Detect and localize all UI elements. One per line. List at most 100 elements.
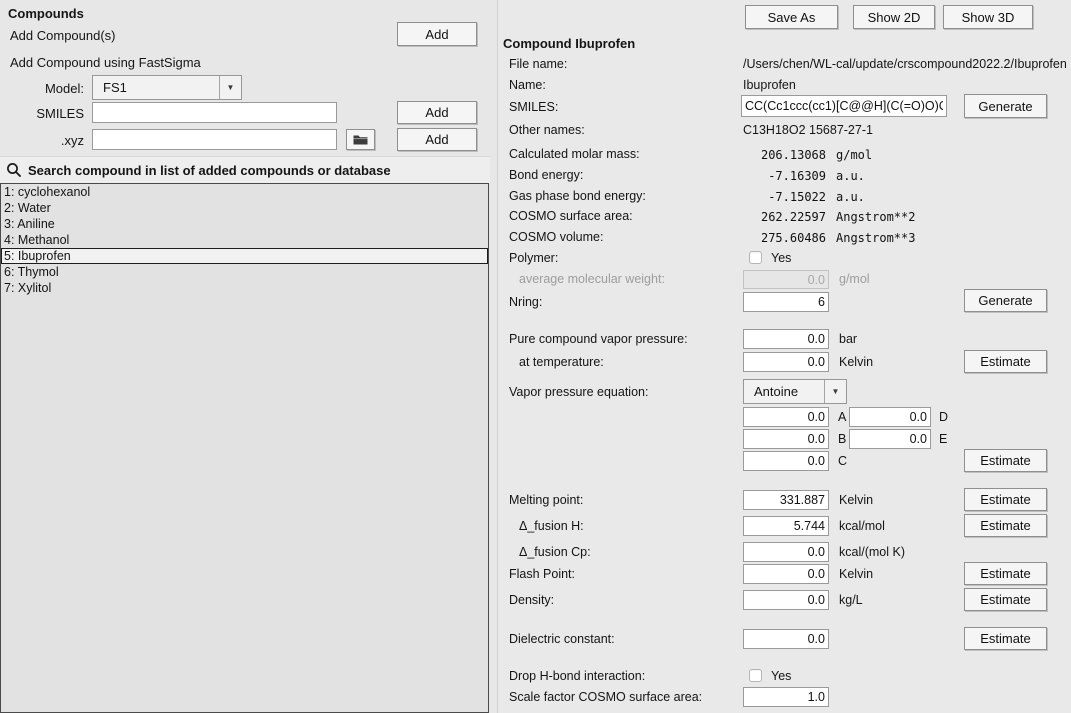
gas-bond-energy-unit: a.u. [836, 190, 865, 204]
antoine-a-field[interactable] [743, 407, 829, 427]
fusion-cp-field[interactable] [743, 542, 829, 562]
generate-nring-button[interactable]: Generate [964, 289, 1047, 312]
compound-detail-panel: Save As Show 2D Show 3D Compound Ibuprof… [497, 0, 1071, 713]
antoine-b-field[interactable] [743, 429, 829, 449]
compound-list-item[interactable]: 7: Xylitol [1, 280, 488, 296]
scale-factor-field[interactable] [743, 687, 829, 707]
add-smiles-button[interactable]: Add [397, 101, 477, 124]
compound-list-item-selected[interactable]: 5: Ibuprofen [1, 248, 488, 264]
smiles-field[interactable] [741, 95, 947, 117]
at-temperature-label: at temperature: [519, 355, 604, 369]
molar-mass-label: Calculated molar mass: [509, 147, 640, 161]
vp-equation-dropdown[interactable]: Antoine ▼ [743, 379, 847, 404]
generate-smiles-button[interactable]: Generate [964, 94, 1047, 118]
polymer-yes-checkbox[interactable] [749, 251, 762, 264]
compound-list[interactable]: 1: cyclohexanol 2: Water 3: Aniline 4: M… [0, 183, 489, 713]
smiles-input[interactable] [92, 102, 337, 123]
melting-point-unit: Kelvin [839, 493, 873, 507]
estimate-antoine-button[interactable]: Estimate [964, 449, 1047, 472]
melting-point-field[interactable] [743, 490, 829, 510]
model-dropdown[interactable]: FS1 ▼ [92, 75, 242, 100]
flash-point-unit: Kelvin [839, 567, 873, 581]
drop-hbond-label: Drop H-bond interaction: [509, 669, 645, 683]
compounds-panel-title: Compounds [8, 6, 84, 21]
file-name-label: File name: [509, 57, 567, 71]
search-icon [6, 162, 22, 178]
antoine-d-label: D [939, 410, 948, 424]
compounds-panel: Compounds Add Compound(s) Add Add Compou… [0, 0, 490, 713]
antoine-d-field[interactable] [849, 407, 931, 427]
search-bar-label: Search compound in list of added compoun… [28, 163, 391, 178]
antoine-a-label: A [838, 410, 846, 424]
gas-bond-energy-value: -7.15022 [743, 190, 826, 204]
density-field[interactable] [743, 590, 829, 610]
at-temperature-field[interactable] [743, 352, 829, 372]
smiles-label: SMILES [0, 106, 84, 121]
flash-point-field[interactable] [743, 564, 829, 584]
nring-field[interactable] [743, 292, 829, 312]
search-bar[interactable]: Search compound in list of added compoun… [0, 156, 490, 183]
chevron-down-icon: ▼ [219, 76, 241, 99]
smiles-field-label: SMILES: [509, 100, 558, 114]
show-2d-button[interactable]: Show 2D [853, 5, 935, 29]
polymer-yes-label: Yes [771, 251, 791, 265]
model-dropdown-value: FS1 [93, 76, 219, 99]
xyz-path-input[interactable] [92, 129, 337, 150]
add-xyz-button[interactable]: Add [397, 128, 477, 151]
chevron-down-icon: ▼ [824, 380, 846, 403]
folder-browse-button[interactable] [346, 129, 375, 150]
other-names-label: Other names: [509, 123, 585, 137]
other-names-value: C13H18O2 15687-27-1 [743, 123, 873, 137]
cosmo-area-unit: Angstrom**2 [836, 210, 915, 224]
save-as-button[interactable]: Save As [745, 5, 838, 29]
estimate-fusion-h-button[interactable]: Estimate [964, 514, 1047, 537]
model-label: Model: [0, 81, 84, 96]
fusion-cp-label: Δ_fusion Cp: [519, 545, 591, 559]
bond-energy-label: Bond energy: [509, 168, 583, 182]
nring-label: Nring: [509, 295, 542, 309]
add-compounds-label: Add Compound(s) [10, 28, 116, 43]
show-3d-button[interactable]: Show 3D [943, 5, 1033, 29]
vp-equation-label: Vapor pressure equation: [509, 385, 648, 399]
estimate-dielectric-button[interactable]: Estimate [964, 627, 1047, 650]
antoine-c-label: C [838, 454, 847, 468]
xyz-label: .xyz [0, 133, 84, 148]
cosmo-area-label: COSMO surface area: [509, 209, 633, 223]
estimate-vapor-pressure-button[interactable]: Estimate [964, 350, 1047, 373]
compound-list-item[interactable]: 6: Thymol [1, 264, 488, 280]
scale-factor-label: Scale factor COSMO surface area: [509, 690, 702, 704]
vapor-pressure-field[interactable] [743, 329, 829, 349]
compound-list-item[interactable]: 4: Methanol [1, 232, 488, 248]
dielectric-label: Dielectric constant: [509, 632, 615, 646]
compound-list-item[interactable]: 1: cyclohexanol [1, 184, 488, 200]
bond-energy-unit: a.u. [836, 169, 865, 183]
cosmo-area-value: 262.22597 [743, 210, 826, 224]
estimate-melting-point-button[interactable]: Estimate [964, 488, 1047, 511]
drop-hbond-yes-checkbox[interactable] [749, 669, 762, 682]
compound-list-item[interactable]: 2: Water [1, 200, 488, 216]
fusion-h-field[interactable] [743, 516, 829, 536]
name-value: Ibuprofen [743, 78, 796, 92]
compound-list-item[interactable]: 3: Aniline [1, 216, 488, 232]
antoine-e-label: E [939, 432, 947, 446]
estimate-density-button[interactable]: Estimate [964, 588, 1047, 611]
fastsigma-section-label: Add Compound using FastSigma [10, 55, 201, 70]
fusion-cp-unit: kcal/(mol K) [839, 545, 905, 559]
add-compounds-button[interactable]: Add [397, 22, 477, 46]
fusion-h-label: Δ_fusion H: [519, 519, 584, 533]
estimate-flash-point-button[interactable]: Estimate [964, 562, 1047, 585]
vapor-pressure-unit: bar [839, 332, 857, 346]
cosmo-volume-value: 275.60486 [743, 231, 826, 245]
dielectric-field[interactable] [743, 629, 829, 649]
cosmo-volume-unit: Angstrom**3 [836, 231, 915, 245]
at-temperature-unit: Kelvin [839, 355, 873, 369]
gas-bond-energy-label: Gas phase bond energy: [509, 189, 646, 203]
antoine-b-label: B [838, 432, 846, 446]
vapor-pressure-label: Pure compound vapor pressure: [509, 332, 688, 346]
flash-point-label: Flash Point: [509, 567, 575, 581]
antoine-e-field[interactable] [849, 429, 931, 449]
cosmo-volume-label: COSMO volume: [509, 230, 603, 244]
bond-energy-value: -7.16309 [743, 169, 826, 183]
avg-mol-weight-label: average molecular weight: [519, 272, 665, 286]
antoine-c-field[interactable] [743, 451, 829, 471]
